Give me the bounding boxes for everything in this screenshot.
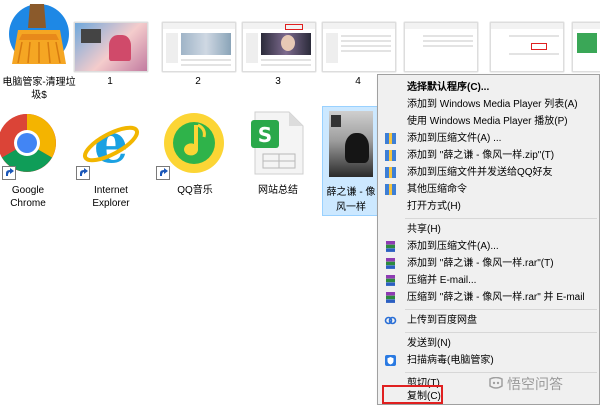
baidu-cloud-icon bbox=[384, 316, 397, 325]
broom-icon bbox=[9, 4, 69, 64]
menu-item-add-to-wmp-list[interactable]: 添加到 Windows Media Player 列表(A) bbox=[378, 96, 599, 113]
desktop-image-thumbnail-5[interactable] bbox=[404, 22, 478, 72]
selected-file-song[interactable]: 薛之谦 - 像风一样 bbox=[322, 106, 380, 216]
menu-item-add-to-named-zip[interactable]: 添加到 "薛之谦 - 像风一样.zip"(T) bbox=[378, 147, 599, 164]
desktop-icon-website-summary[interactable]: S 网站总结 bbox=[242, 108, 314, 216]
menu-separator bbox=[405, 218, 597, 219]
menu-item-add-to-archive-zip[interactable]: 添加到压缩文件(A) ... bbox=[378, 130, 599, 147]
thumbnail-label: 2 bbox=[195, 76, 201, 87]
desktop-image-thumbnail-2[interactable] bbox=[162, 22, 236, 72]
desktop-icon-google-chrome[interactable]: Google Chrome bbox=[0, 108, 56, 216]
svg-text:e: e bbox=[94, 112, 128, 174]
chrome-icon bbox=[0, 114, 56, 172]
thumbnail-picture bbox=[181, 33, 231, 55]
desktop-icon-label: Internet Explorer bbox=[92, 185, 130, 209]
menu-item-winrar-compress-to-rar-and-email[interactable]: 压缩到 "薛之谦 - 像风一样.rar" 并 E-mail bbox=[378, 289, 599, 306]
desktop-icon-label: QQ音乐 bbox=[177, 185, 213, 196]
shortcut-arrow-icon bbox=[76, 166, 90, 180]
menu-separator bbox=[405, 309, 597, 310]
desktop-image-thumbnail-6[interactable] bbox=[490, 22, 564, 72]
desktop-icon-label: 电脑管家-清理垃圾$ bbox=[2, 77, 76, 101]
internet-explorer-icon: e bbox=[82, 112, 140, 174]
copy-highlight-box bbox=[382, 385, 443, 404]
menu-item-send-to[interactable]: 发送到(N) bbox=[378, 335, 599, 352]
menu-item-winrar-compress-and-email[interactable]: 压缩并 E-mail... bbox=[378, 272, 599, 289]
desktop-icon-label: 网站总结 bbox=[258, 185, 298, 196]
desktop-icon-qq-music[interactable]: QQ音乐 bbox=[156, 108, 234, 216]
menu-item-share[interactable]: 共享(H) bbox=[378, 221, 599, 238]
desktop-icon-label: 薛之谦 - 像风一样 bbox=[326, 187, 376, 213]
thumbnail-label: 3 bbox=[275, 76, 281, 87]
svg-text:S: S bbox=[258, 123, 272, 147]
menu-item-play-with-wmp[interactable]: 使用 Windows Media Player 播放(P) bbox=[378, 113, 599, 130]
watermark: 悟空问答 bbox=[488, 374, 563, 394]
shortcut-arrow-icon bbox=[2, 166, 16, 180]
qq-music-icon bbox=[164, 113, 224, 173]
menu-item-scan-virus-pc-manager[interactable]: 扫描病毒(电脑管家) bbox=[378, 352, 599, 369]
shortcut-arrow-icon bbox=[156, 166, 170, 180]
menu-item-open-with[interactable]: 打开方式(H) bbox=[378, 198, 599, 215]
menu-item-other-compression-commands[interactable]: 其他压缩命令 bbox=[378, 181, 599, 198]
menu-item-compress-and-send-qq[interactable]: 添加到压缩文件并发送给QQ好友 bbox=[378, 164, 599, 181]
desktop-image-thumbnail-3[interactable] bbox=[242, 22, 316, 72]
thumbnail-label: 1 bbox=[107, 76, 113, 87]
desktop-image-thumbnail-4[interactable] bbox=[322, 22, 396, 72]
menu-separator bbox=[405, 372, 597, 373]
desktop-icon-label: Google Chrome bbox=[10, 185, 46, 209]
menu-item-winrar-add-to-archive[interactable]: 添加到压缩文件(A)... bbox=[378, 238, 599, 255]
file-context-menu: 选择默认程序(C)... 添加到 Windows Media Player 列表… bbox=[377, 74, 600, 405]
desktop-image-thumbnail-7[interactable] bbox=[572, 22, 600, 72]
zip-icon bbox=[385, 133, 396, 144]
zip-icon bbox=[385, 167, 396, 178]
spreadsheet-file-icon: S bbox=[251, 111, 304, 175]
menu-item-choose-default-program[interactable]: 选择默认程序(C)... bbox=[378, 79, 599, 96]
zip-icon bbox=[385, 150, 396, 161]
desktop-icon-internet-explorer[interactable]: e Internet Explorer bbox=[76, 108, 146, 216]
winrar-icon bbox=[386, 258, 395, 269]
wukong-logo-icon bbox=[489, 376, 503, 389]
menu-item-upload-baidu-netdisk[interactable]: 上传到百度网盘 bbox=[378, 312, 599, 329]
winrar-icon bbox=[386, 292, 395, 303]
desktop-image-thumbnail-1[interactable] bbox=[74, 22, 148, 72]
menu-separator bbox=[405, 332, 597, 333]
winrar-icon bbox=[386, 241, 395, 252]
menu-item-winrar-add-to-named-rar[interactable]: 添加到 "薛之谦 - 像风一样.rar"(T) bbox=[378, 255, 599, 272]
zip-icon bbox=[385, 184, 396, 195]
album-art-thumbnail bbox=[329, 111, 373, 177]
desktop-icon-pc-manager-cleanup[interactable]: 电脑管家-清理垃圾$ bbox=[0, 0, 78, 108]
shield-icon bbox=[385, 355, 396, 366]
winrar-icon bbox=[386, 275, 395, 286]
